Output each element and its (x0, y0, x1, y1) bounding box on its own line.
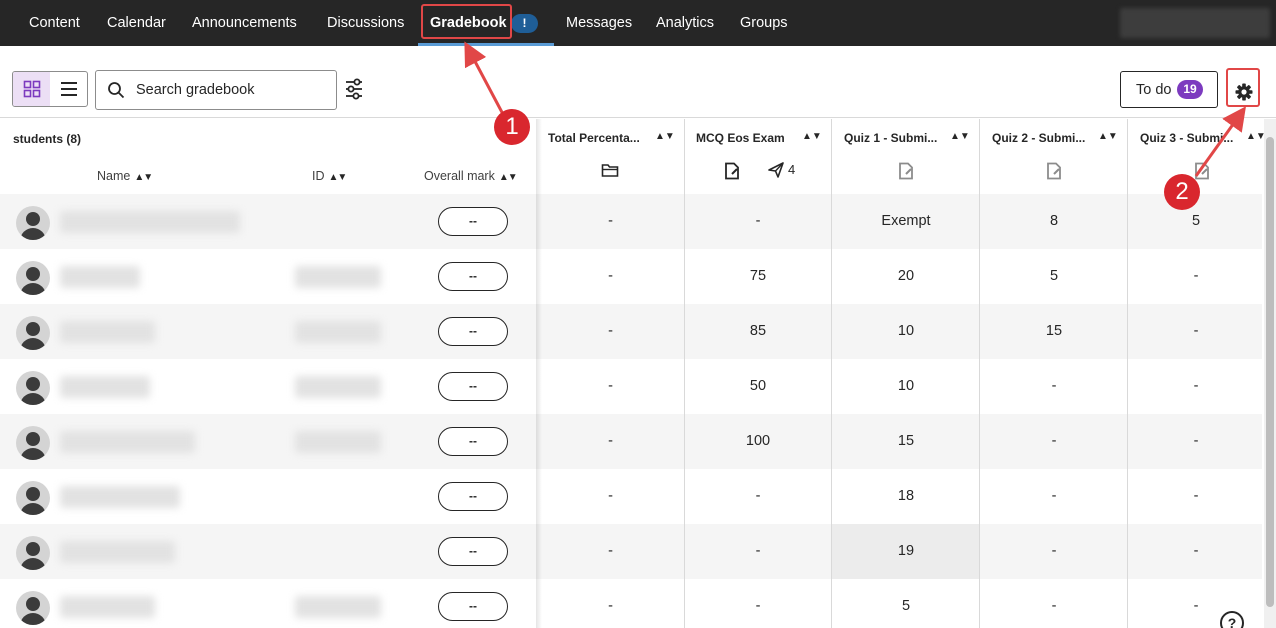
callout-arrows (464, 41, 1246, 177)
callout-arrow-2 (1194, 106, 1246, 177)
callout-number-1: 1 (494, 109, 530, 145)
callout-number-2: 2 (1164, 174, 1200, 210)
callout-arrow-1 (464, 41, 507, 119)
